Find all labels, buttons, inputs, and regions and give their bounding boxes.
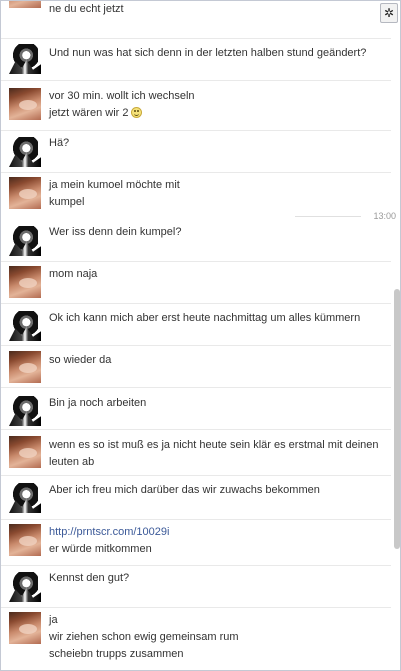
scrollbar-thumb[interactable] (394, 289, 400, 549)
settings-button[interactable]: ✲ (380, 3, 398, 23)
message-row: Kennst den gut? (1, 565, 391, 608)
message-text: vor 30 min. wollt ich wechseln (49, 90, 195, 102)
message-text: Aber ich freu mich darüber das wir zuwac… (49, 484, 320, 496)
avatar[interactable] (9, 394, 41, 426)
message-row: ja mein kumoel möchte mit kumpel (1, 172, 391, 216)
message-row: Aber ich freu mich darüber das wir zuwac… (1, 475, 391, 520)
message-text: wir ziehen schon ewig gemeinsam rum (49, 631, 239, 643)
avatar[interactable] (9, 1, 41, 8)
chat-window: ✲ ne du echt jetzt Und nun was hat sich … (0, 0, 401, 671)
message-text: kumpel (49, 196, 85, 208)
message-row: mom naja (1, 261, 391, 304)
message-row: vor 30 min. wollt ich wechseln jetzt wär… (1, 80, 391, 131)
scrollbar[interactable] (394, 1, 400, 670)
avatar[interactable] (9, 524, 41, 556)
avatar[interactable] (9, 224, 41, 256)
message-text: ja (49, 614, 58, 626)
avatar[interactable] (9, 135, 41, 167)
message-text: so wieder da (49, 354, 112, 366)
avatar[interactable] (9, 436, 41, 468)
message-row: Bin ja noch arbeiten (1, 387, 391, 430)
message-text: Hä? (49, 137, 70, 149)
message-row: Ok ich kann mich aber erst heute nachmit… (1, 303, 391, 346)
avatar[interactable] (9, 177, 41, 209)
message-text: jetzt wären wir 2 (49, 107, 129, 119)
avatar[interactable] (9, 266, 41, 298)
message-text: ja mein kumoel möchte mit (49, 179, 180, 191)
gear-icon: ✲ (383, 6, 395, 20)
message-text: Kennst den gut? (49, 572, 130, 584)
message-text: wenn es so ist muß es ja nicht heute sei… (49, 439, 379, 451)
message-text: Bin ja noch arbeiten (49, 397, 147, 409)
avatar[interactable] (9, 351, 41, 383)
avatar[interactable] (9, 612, 41, 644)
message-row: Hä? (1, 130, 391, 173)
message-link[interactable]: http://prntscr.com/10029i (49, 524, 169, 541)
message-text: Ok ich kann mich aber erst heute nachmit… (49, 312, 361, 324)
avatar[interactable] (9, 570, 41, 602)
avatar[interactable] (9, 309, 41, 341)
message-text: Und nun was hat sich denn in der letzten… (49, 47, 367, 59)
message-row: ja wir ziehen schon ewig gemeinsam rum s… (1, 607, 391, 670)
message-row: Wer iss denn dein kumpel? (1, 217, 391, 262)
message-text: mom naja (49, 268, 98, 280)
message-row: ne du echt jetzt (1, 1, 391, 39)
message-row: http://prntscr.com/10029i er würde mitko… (1, 519, 391, 566)
message-row: so wieder da (1, 345, 391, 388)
message-row: Und nun was hat sich denn in der letzten… (1, 38, 391, 81)
avatar[interactable] (9, 42, 41, 74)
message-text: er würde mitkommen (49, 543, 152, 555)
message-text: leuten ab (49, 456, 95, 468)
avatar[interactable] (9, 481, 41, 513)
smiley-icon (131, 107, 143, 118)
message-text: Wer iss denn dein kumpel? (49, 226, 182, 238)
message-text: ne du echt jetzt (49, 3, 124, 15)
avatar[interactable] (9, 88, 41, 120)
message-text: scheiebn trupps zusammen (49, 648, 184, 660)
message-row: wenn es so ist muß es ja nicht heute sei… (1, 429, 391, 476)
